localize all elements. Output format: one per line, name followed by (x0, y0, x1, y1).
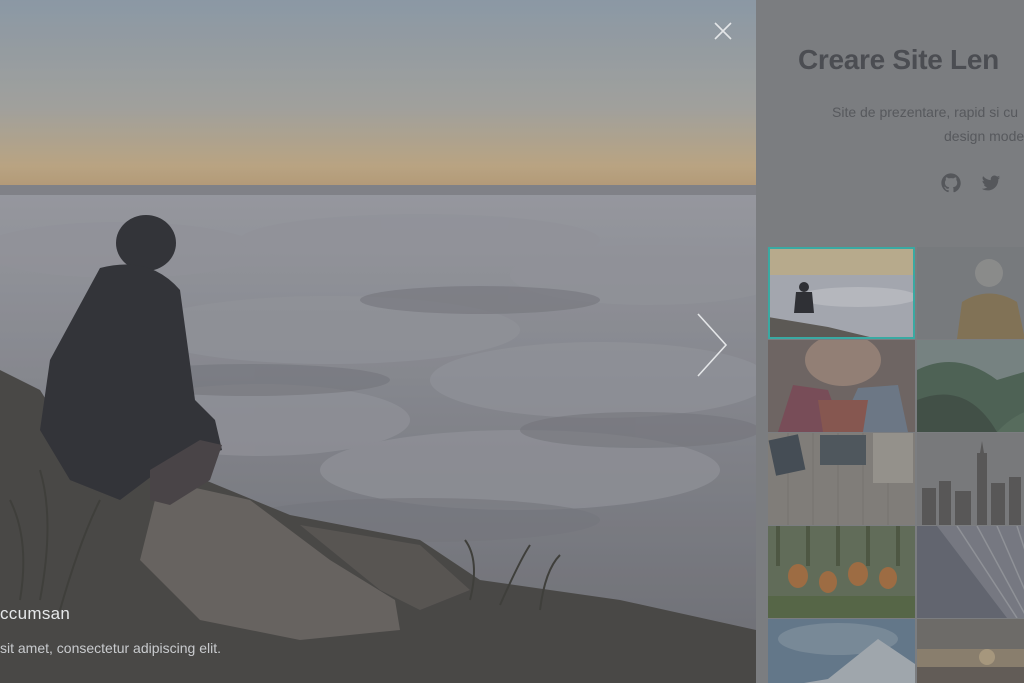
github-icon[interactable] (940, 172, 962, 194)
thumb-woman-scarf[interactable] (768, 340, 915, 432)
thumb-clouds-man[interactable] (768, 247, 915, 339)
thumb-shade (917, 433, 1024, 525)
close-icon (714, 22, 732, 40)
main-photo (0, 0, 756, 683)
thumb-clouds-man-image (768, 247, 915, 339)
thumb-shade (768, 526, 915, 618)
chevron-right-icon (697, 313, 728, 377)
lightbox-viewer: ccumsan sit amet, consectetur adipiscing… (0, 0, 756, 683)
thumb-desk-typewriter[interactable] (768, 433, 915, 525)
thumb-tulips[interactable] (768, 526, 915, 618)
thumb-shade (917, 526, 1024, 618)
twitter-icon[interactable] (980, 172, 1002, 194)
thumb-hiker-hat[interactable] (917, 247, 1024, 339)
thumb-snow-mountain[interactable] (768, 619, 915, 683)
panel-subtitle-line1: Site de prezentare, rapid si cu (832, 104, 1018, 120)
thumbnail-grid (768, 247, 1024, 683)
social-links (940, 172, 1002, 194)
caption-text: sit amet, consectetur adipiscing elit. (0, 640, 221, 656)
thumb-sunset-field[interactable] (917, 619, 1024, 683)
thumb-shade (768, 433, 915, 525)
thumb-green-valley[interactable] (917, 340, 1024, 432)
thumb-shade (768, 619, 915, 683)
close-button[interactable] (710, 18, 736, 44)
thumb-shade (917, 340, 1024, 432)
thumb-shade (768, 340, 915, 432)
thumb-shade (917, 247, 1024, 339)
panel-subtitle-line2: design mode (944, 128, 1024, 144)
caption-title: ccumsan (0, 604, 71, 623)
panel-title: Creare Site Len (798, 44, 999, 75)
thumb-building-glass[interactable] (917, 526, 1024, 618)
thumb-city-skyline[interactable] (917, 433, 1024, 525)
side-panel: Creare Site Len Site de prezentare, rapi… (756, 0, 1024, 683)
thumb-shade (917, 619, 1024, 683)
next-button[interactable] (694, 310, 730, 380)
